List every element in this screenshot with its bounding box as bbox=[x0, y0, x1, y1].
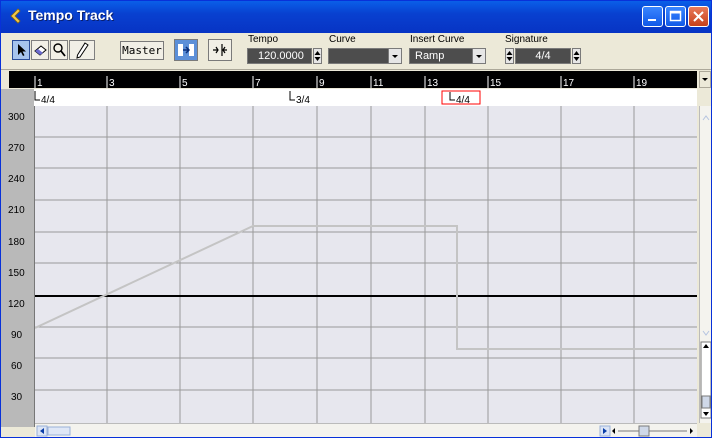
erase-tool[interactable] bbox=[31, 40, 49, 60]
scroll-thumb[interactable] bbox=[47, 426, 71, 436]
object-selection-tool[interactable] bbox=[12, 40, 30, 60]
tempo-tick: 300 bbox=[8, 112, 25, 123]
signature-track[interactable]: 4/4 3/4 4/4 bbox=[34, 89, 697, 107]
chevron-down-icon bbox=[392, 55, 398, 58]
tempo-tick: 60 bbox=[11, 361, 23, 372]
ruler-bar-label: 11 bbox=[373, 78, 384, 88]
pencil-tool-icon bbox=[76, 42, 89, 59]
curve-select[interactable] bbox=[328, 48, 402, 64]
tempo-tick: 240 bbox=[8, 174, 25, 185]
tempo-curve[interactable] bbox=[35, 225, 697, 350]
ruler-bar-label: 5 bbox=[182, 78, 188, 88]
horizontal-zoom-thumb[interactable] bbox=[638, 425, 650, 437]
tempo-tick: 270 bbox=[8, 143, 25, 154]
eraser-tool-icon bbox=[34, 45, 47, 56]
toolbar: Master Tempo 120.0000 Curve Insert Curve… bbox=[1, 33, 711, 70]
zoom-slider-thumb[interactable] bbox=[701, 395, 711, 409]
signature-marker[interactable]: 4/4 bbox=[41, 95, 55, 106]
ruler-bar-label: 13 bbox=[427, 78, 439, 88]
draw-tool[interactable] bbox=[69, 40, 95, 60]
tempo-tick: 90 bbox=[11, 330, 23, 341]
snap-icon bbox=[178, 44, 194, 56]
title-bar: Tempo Track bbox=[1, 1, 711, 33]
vertical-scrollbar[interactable] bbox=[699, 106, 711, 423]
tempo-label: Tempo bbox=[248, 34, 279, 45]
insert-curve-value: Ramp bbox=[415, 50, 445, 62]
vertical-scrollbar-graphics bbox=[700, 115, 711, 419]
ruler-bar-label: 9 bbox=[319, 78, 325, 88]
close-button[interactable] bbox=[688, 6, 709, 27]
master-button[interactable]: Master bbox=[120, 41, 164, 60]
insert-curve-dropdown-button[interactable] bbox=[472, 49, 485, 63]
zoom-tool[interactable] bbox=[50, 40, 68, 60]
tempo-editor-grid[interactable] bbox=[35, 106, 697, 423]
chevron-down-icon bbox=[476, 55, 482, 58]
tempo-axis-labels: 300 270 240 210 180 150 120 90 60 30 bbox=[8, 112, 25, 403]
ruler-bar-label: 1 bbox=[37, 78, 43, 88]
chevron-down-icon bbox=[702, 78, 708, 81]
maximize-icon bbox=[669, 10, 682, 22]
tempo-value-field[interactable]: 120.0000 bbox=[247, 48, 312, 64]
horizontal-scrollbar-graphics bbox=[36, 425, 693, 437]
zoom-out-horizontal-icon[interactable] bbox=[612, 428, 615, 434]
tempo-tick: 150 bbox=[8, 268, 25, 279]
ruler-bar-label: 17 bbox=[563, 78, 575, 88]
insert-curve-select[interactable]: Ramp bbox=[409, 48, 486, 64]
spin-arrows-icon bbox=[506, 51, 513, 61]
zoom-in-horizontal-icon[interactable] bbox=[690, 428, 693, 434]
maximize-button[interactable] bbox=[665, 6, 686, 27]
insert-curve-label: Insert Curve bbox=[410, 34, 465, 45]
signature-marker-selected[interactable]: 4/4 bbox=[456, 95, 470, 106]
tempo-tick: 180 bbox=[8, 237, 25, 248]
cubase-app-icon bbox=[10, 8, 21, 24]
minimize-icon bbox=[648, 19, 656, 21]
ruler-ticks: 1 3 5 7 9 11 13 15 17 19 bbox=[34, 76, 648, 89]
horizontal-scrollbar[interactable] bbox=[35, 423, 697, 437]
tempo-axis: 300 270 240 210 180 150 120 90 60 30 bbox=[1, 106, 35, 427]
ruler-bar-label: 15 bbox=[490, 78, 502, 88]
tempo-spin-button[interactable] bbox=[313, 48, 322, 64]
tempo-tick: 30 bbox=[11, 392, 23, 403]
arrow-tool-icon bbox=[18, 44, 26, 56]
window-title: Tempo Track bbox=[28, 7, 114, 23]
signature-markers: 4/4 3/4 4/4 bbox=[34, 90, 481, 106]
spin-arrows-icon bbox=[314, 51, 321, 61]
autoscroll-button[interactable] bbox=[208, 39, 232, 61]
signature-denominator-spin[interactable] bbox=[572, 48, 581, 64]
autoscroll-icon bbox=[213, 44, 227, 56]
curve-dropdown-button[interactable] bbox=[388, 49, 401, 63]
tempo-tick: 120 bbox=[8, 299, 25, 310]
signature-label: Signature bbox=[505, 34, 548, 45]
close-icon bbox=[693, 11, 704, 22]
ruler-menu-button[interactable] bbox=[699, 71, 711, 88]
ruler-bar-label: 7 bbox=[255, 78, 261, 88]
scroll-down-icon bbox=[702, 330, 710, 336]
tempo-tick: 210 bbox=[8, 205, 25, 216]
bar-ruler[interactable]: 1 3 5 7 9 11 13 15 17 19 bbox=[9, 71, 697, 89]
signature-marker[interactable]: 3/4 bbox=[296, 95, 310, 106]
spin-arrows-icon bbox=[573, 51, 580, 61]
snap-button[interactable] bbox=[174, 39, 198, 61]
ruler-bar-label: 19 bbox=[636, 78, 648, 88]
corner-panel bbox=[1, 89, 34, 106]
scroll-up-icon bbox=[702, 115, 710, 121]
signature-numerator-spin[interactable] bbox=[505, 48, 514, 64]
minimize-button[interactable] bbox=[642, 6, 663, 27]
ruler-bar-label: 3 bbox=[109, 78, 115, 88]
tempo-curve-area bbox=[35, 106, 697, 423]
signature-value-field[interactable]: 4/4 bbox=[515, 48, 571, 64]
tempo-track-window: Tempo Track Master Tempo 120.0000 Curve … bbox=[0, 0, 712, 438]
magnifier-tool-icon bbox=[53, 43, 66, 57]
curve-label: Curve bbox=[329, 34, 356, 45]
